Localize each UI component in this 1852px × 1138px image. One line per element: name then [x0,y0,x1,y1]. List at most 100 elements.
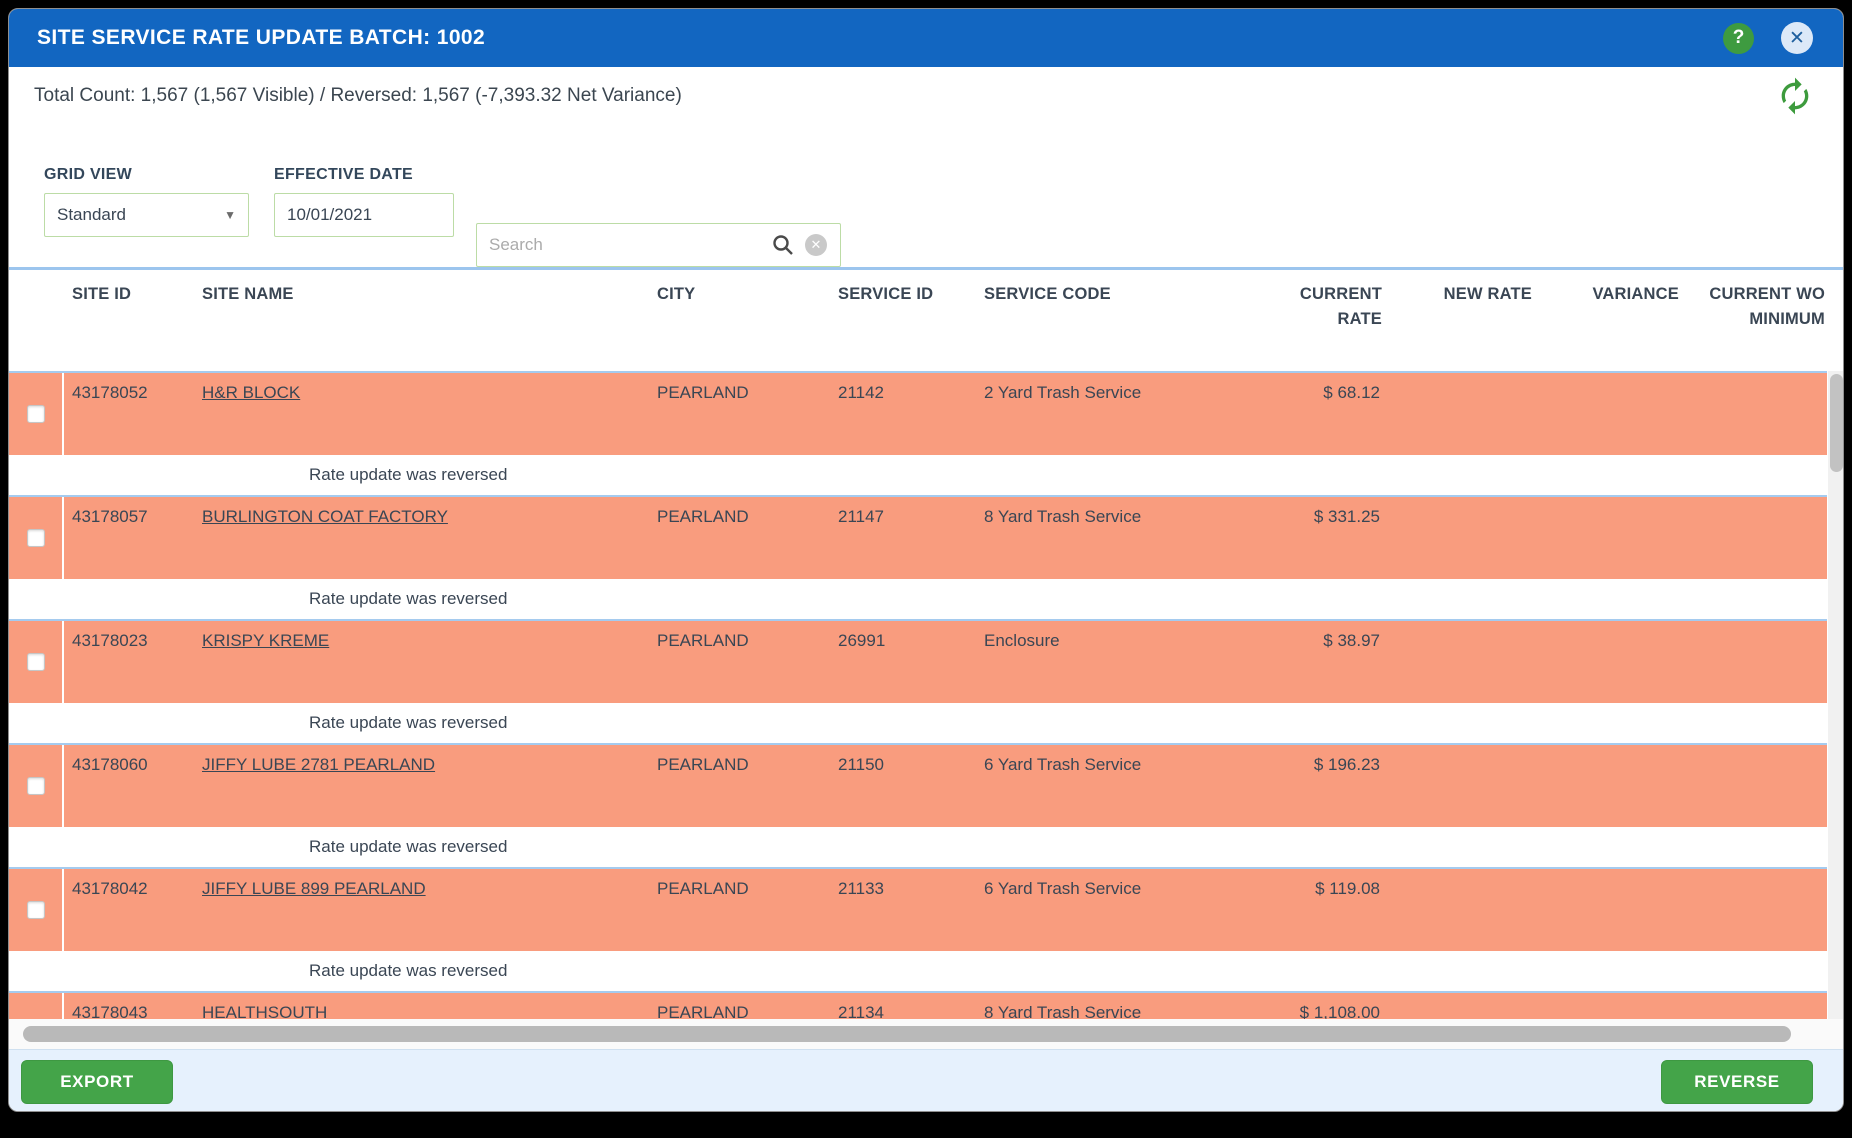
table-body-rows: 43178052 H&R BLOCK PEARLAND 21142 2 Yard… [9,371,1827,1019]
col-city: CITY [657,285,696,303]
variance-cell [1534,621,1681,703]
checkbox-cell [9,869,64,951]
clear-search-icon[interactable]: ✕ [805,234,827,256]
site-name-link[interactable]: BURLINGTON COAT FACTORY [202,507,448,526]
city-cell: PEARLAND [657,507,749,526]
table-row: 43178023 KRISPY KREME PEARLAND 26991 Enc… [9,619,1827,703]
titlebar-icons: ? ✕ [1723,22,1813,54]
dialog-titlebar: SITE SERVICE RATE UPDATE BATCH: 1002 ? ✕ [9,9,1843,67]
service-id-cell: 21142 [838,383,885,402]
service-id-cell: 21150 [838,755,885,774]
new-rate-cell [1384,621,1534,703]
site-name-link[interactable]: KRISPY KREME [202,631,329,650]
summary-bar: Total Count: 1,567 (1,567 Visible) / Rev… [9,67,1843,125]
vertical-scrollbar-thumb[interactable] [1830,374,1843,472]
current-rate-cell: $ 119.08 [1315,879,1380,898]
variance-cell [1534,497,1681,579]
current-wo-minimum-cell [1681,621,1827,703]
new-rate-cell [1384,869,1534,951]
table-record: 43178052 H&R BLOCK PEARLAND 21142 2 Yard… [9,371,1827,495]
close-icon[interactable]: ✕ [1781,22,1813,54]
reverse-button[interactable]: REVERSE [1661,1059,1813,1104]
search-icon[interactable] [771,233,795,257]
city-cell: PEARLAND [657,1003,749,1019]
checkbox-cell [9,373,64,455]
vertical-scrollbar[interactable] [1828,371,1843,1019]
grid-view-select[interactable]: Standard ▼ [44,193,249,237]
current-wo-minimum-cell [1681,373,1827,455]
current-wo-minimum-cell [1681,869,1827,951]
new-rate-cell [1384,373,1534,455]
service-code-cell: 2 Yard Trash Service [984,383,1142,402]
service-code-cell: 6 Yard Trash Service [984,755,1142,774]
row-checkbox[interactable] [26,529,45,547]
new-rate-cell [1384,993,1534,1019]
grid-view-label: GRID VIEW [44,166,133,183]
horizontal-scrollbar[interactable] [9,1019,1843,1049]
row-checkbox[interactable] [26,901,45,919]
effective-date-label: EFFECTIVE DATE [274,166,414,183]
site-id-cell: 43178057 [72,507,148,526]
refresh-icon[interactable] [1775,76,1815,116]
col-current-rate: CURRENT RATE [1299,285,1382,328]
reversed-status: Rate update was reversed [9,827,1827,867]
site-id-cell: 43178023 [72,631,148,650]
table-row: 43178052 H&R BLOCK PEARLAND 21142 2 Yard… [9,371,1827,455]
new-rate-cell [1384,497,1534,579]
site-name-link[interactable]: JIFFY LUBE 2781 PEARLAND [202,755,435,774]
checkbox-cell [9,497,64,579]
site-name-link[interactable]: JIFFY LUBE 899 PEARLAND [202,879,426,898]
site-name-link[interactable]: H&R BLOCK [202,383,300,402]
site-name-link[interactable]: HEALTHSOUTH [202,1003,327,1019]
col-service-id: SERVICE ID [838,285,934,303]
new-rate-cell [1384,745,1534,827]
export-button[interactable]: EXPORT [21,1059,173,1104]
site-name-cell: JIFFY LUBE 2781 PEARLAND [194,745,649,827]
reversed-status: Rate update was reversed [9,455,1827,495]
service-code-cell: 8 Yard Trash Service [984,1003,1142,1019]
row-checkbox[interactable] [26,405,45,423]
row-checkbox[interactable] [26,777,45,795]
col-new-rate: NEW RATE [1443,285,1532,303]
service-id-cell: 21134 [838,1003,885,1019]
checkbox-column-header [9,282,64,371]
horizontal-scrollbar-thumb[interactable] [23,1026,1791,1042]
variance-cell [1534,745,1681,827]
city-cell: PEARLAND [657,631,749,650]
dialog-title: SITE SERVICE RATE UPDATE BATCH: 1002 [37,26,486,49]
col-site-name: SITE NAME [202,285,294,303]
city-cell: PEARLAND [657,879,749,898]
checkbox-cell [9,745,64,827]
effective-date-input[interactable] [274,193,454,237]
col-current-wo-minimum: CURRENT WO MINIMUM [1709,285,1825,328]
site-id-cell: 43178060 [72,755,148,774]
current-rate-cell: $ 38.97 [1323,631,1380,650]
grid-view-value: Standard [57,205,126,224]
site-id-cell: 43178052 [72,383,148,402]
row-checkbox[interactable] [26,653,45,671]
city-cell: PEARLAND [657,383,749,402]
table-row: 43178057 BURLINGTON COAT FACTORY PEARLAN… [9,495,1827,579]
service-id-cell: 21147 [838,507,885,526]
current-wo-minimum-cell [1681,497,1827,579]
current-rate-cell: $ 1,108.00 [1299,1003,1380,1019]
action-bar: EXPORT REVERSE [9,1049,1843,1111]
reversed-status: Rate update was reversed [9,703,1827,743]
site-name-cell: BURLINGTON COAT FACTORY [194,497,649,579]
current-wo-minimum-cell [1681,993,1827,1019]
help-button[interactable]: ? [1723,22,1754,54]
chevron-down-icon: ▼ [224,208,236,222]
batch-dialog: SITE SERVICE RATE UPDATE BATCH: 1002 ? ✕… [8,8,1844,1112]
variance-cell [1534,373,1681,455]
current-rate-cell: $ 331.25 [1313,507,1380,526]
current-rate-cell: $ 68.12 [1323,383,1380,402]
table-header: SITE ID SITE NAME CITY SERVICE ID SERVIC… [9,270,1827,371]
table-body: 43178052 H&R BLOCK PEARLAND 21142 2 Yard… [9,371,1843,1019]
site-name-cell: HEALTHSOUTH [194,993,649,1019]
variance-cell [1534,993,1681,1019]
site-name-cell: H&R BLOCK [194,373,649,455]
checkbox-cell [9,993,64,1019]
checkbox-cell [9,621,64,703]
service-code-cell: 6 Yard Trash Service [984,879,1142,898]
service-code-cell: 8 Yard Trash Service [984,507,1142,526]
